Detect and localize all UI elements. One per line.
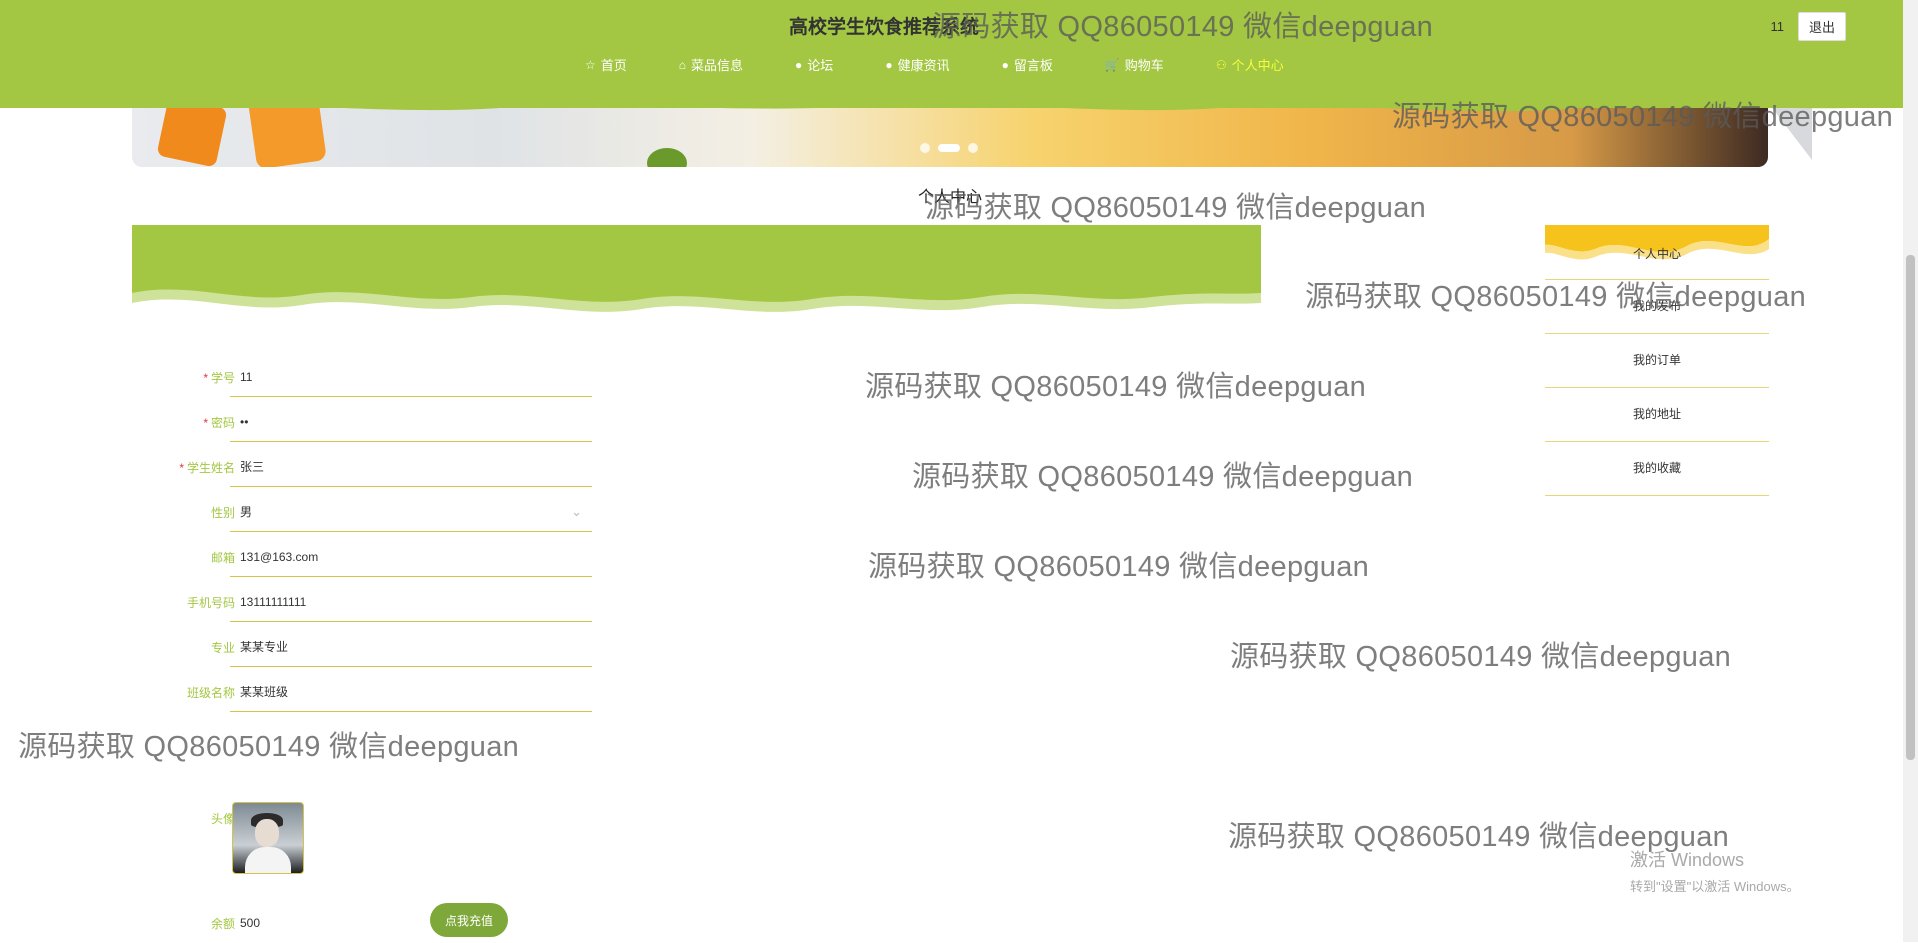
logout-button[interactable]: 退出 xyxy=(1797,12,1846,41)
page-scrollbar[interactable] xyxy=(1903,0,1918,942)
profile-header-panel xyxy=(132,225,1261,321)
sidebar-item-my-favorites[interactable]: 我的收藏 xyxy=(1545,442,1769,496)
form-input[interactable]: 张三 xyxy=(230,447,592,487)
form-row: 班级名称 某某班级 xyxy=(132,670,602,712)
form-input[interactable]: •• xyxy=(230,402,592,442)
nav-item-0[interactable]: ☆ 首页 xyxy=(585,55,627,74)
banner-food-leaf xyxy=(647,148,687,167)
sidebar-item-profile[interactable]: 个人中心 xyxy=(1545,225,1769,280)
form-input[interactable]: 11 xyxy=(230,357,592,397)
nav-item-5[interactable]: 🛒 购物车 xyxy=(1105,55,1164,74)
watermark-text: 源码获取 QQ86050149 微信deepguan xyxy=(932,11,1434,43)
field-value: 13111111111 xyxy=(240,595,307,609)
field-value: 某某专业 xyxy=(240,640,289,654)
balance-row: 余额 500 xyxy=(132,901,602,943)
field-value: •• xyxy=(240,415,249,429)
watermark-text: 源码获取 QQ86050149 微信deepguan xyxy=(1230,641,1732,673)
windows-activation-notice: 激活 Windows 转到"设置"以激活 Windows。 xyxy=(1630,846,1800,895)
field-label: * 学生姓名 xyxy=(179,459,235,476)
nav-item-label: 首页 xyxy=(600,58,627,73)
watermark-text: 源码获取 QQ86050149 微信deepguan xyxy=(868,551,1370,583)
field-label-text: 学生姓名 xyxy=(186,461,235,475)
nav-item-label: 留言板 xyxy=(1013,58,1053,73)
sidebar-item-my-address[interactable]: 我的地址 xyxy=(1545,388,1769,442)
watermark-text: 源码获取 QQ86050149 微信deepguan xyxy=(912,461,1414,493)
main-nav: ☆ 首页 ⌂ 菜品信息 ● 论坛 ● 健康资讯 ● 留言板 🛒 购物车 ⚇ 个人中心 xyxy=(585,55,1336,74)
required-marker: * xyxy=(203,371,208,385)
avatar-body xyxy=(245,847,291,873)
sidebar-item-label: 个人中心 xyxy=(1632,247,1681,261)
field-value: 某某班级 xyxy=(240,685,289,699)
windows-activation-subtitle: 转到"设置"以激活 Windows。 xyxy=(1630,879,1800,894)
avatar-face xyxy=(255,819,279,847)
nav-item-label: 购物车 xyxy=(1124,58,1164,73)
carousel-dot-active[interactable] xyxy=(938,144,960,152)
nav-item-label: 健康资讯 xyxy=(897,58,950,73)
nav-item-6[interactable]: ⚇ 个人中心 xyxy=(1216,55,1284,74)
chevron-down-icon: ⌄ xyxy=(571,504,582,519)
field-value: 11 xyxy=(240,370,253,384)
field-label-text: 手机号码 xyxy=(186,596,235,610)
form-input[interactable]: 某某班级 xyxy=(230,672,592,712)
star-icon: ☆ xyxy=(585,57,596,72)
field-value: 男 xyxy=(240,505,253,519)
field-label-text: 班级名称 xyxy=(186,686,235,700)
user-box: 11 退出 xyxy=(1770,12,1846,41)
field-value: 张三 xyxy=(240,460,265,474)
form-input[interactable]: 131@163.com xyxy=(230,537,592,577)
nav-item-1[interactable]: ⌂ 菜品信息 xyxy=(679,55,743,74)
cart-icon: 🛒 xyxy=(1104,57,1120,72)
gender-select[interactable]: 男 ⌄ xyxy=(230,492,592,532)
nav-item-label: 个人中心 xyxy=(1231,58,1284,73)
nav-item-2[interactable]: ● 论坛 xyxy=(795,55,833,74)
nav-item-4[interactable]: ● 留言板 xyxy=(1002,55,1053,74)
form-row: 专业 某某专业 xyxy=(132,625,602,667)
recharge-button[interactable]: 点我充值 xyxy=(430,903,508,937)
user-icon: ⚇ xyxy=(1215,57,1227,72)
windows-activation-title: 激活 Windows xyxy=(1630,850,1745,870)
panel-wave xyxy=(132,289,1261,321)
form-input[interactable]: 13111111111 xyxy=(230,582,592,622)
watermark-text: 源码获取 QQ86050149 微信deepguan xyxy=(925,192,1427,224)
form-row: 邮箱 131@163.com xyxy=(132,535,602,577)
watermark-text: 源码获取 QQ86050149 微信deepguan xyxy=(1305,281,1807,313)
username: 11 xyxy=(1770,19,1784,34)
form-row: 手机号码 13111111111 xyxy=(132,580,602,622)
field-label: 班级名称 xyxy=(187,684,235,701)
carousel-dot[interactable] xyxy=(920,143,930,153)
dot-icon: ● xyxy=(885,57,893,72)
avatar-row: 头像 xyxy=(132,802,602,844)
avatar-image[interactable] xyxy=(232,802,304,874)
form-row: * 学生姓名 张三 xyxy=(132,445,602,487)
scrollbar-thumb[interactable] xyxy=(1906,255,1915,760)
carousel-dot[interactable] xyxy=(968,143,978,153)
required-marker: * xyxy=(179,461,184,475)
nav-item-label: 菜品信息 xyxy=(691,58,744,73)
form-row: 性别男 ⌄ xyxy=(132,490,602,532)
sidebar-item-my-orders[interactable]: 我的订单 xyxy=(1545,334,1769,388)
watermark-text: 源码获取 QQ86050149 微信deepguan xyxy=(1392,101,1894,133)
info-icon: ● xyxy=(1001,57,1009,72)
watermark-text: 源码获取 QQ86050149 微信deepguan xyxy=(18,731,520,763)
field-value: 131@163.com xyxy=(240,550,319,564)
form-row: * 学号 11 xyxy=(132,355,602,397)
nav-item-label: 论坛 xyxy=(807,58,834,73)
required-marker: * xyxy=(203,416,208,430)
sidebar-menu: 个人中心 我的发布 我的订单 我的地址 我的收藏 xyxy=(1545,225,1769,496)
form-input[interactable]: 某某专业 xyxy=(230,627,592,667)
field-label: 手机号码 xyxy=(187,594,235,611)
form-row: * 密码 •• xyxy=(132,400,602,442)
dot-icon: ● xyxy=(795,57,803,72)
nav-item-3[interactable]: ● 健康资讯 xyxy=(885,55,949,74)
carousel-indicators xyxy=(920,143,978,153)
bag-icon: ⌂ xyxy=(678,57,687,72)
watermark-text: 源码获取 QQ86050149 微信deepguan xyxy=(865,371,1367,403)
balance-value: 500 xyxy=(240,916,261,930)
